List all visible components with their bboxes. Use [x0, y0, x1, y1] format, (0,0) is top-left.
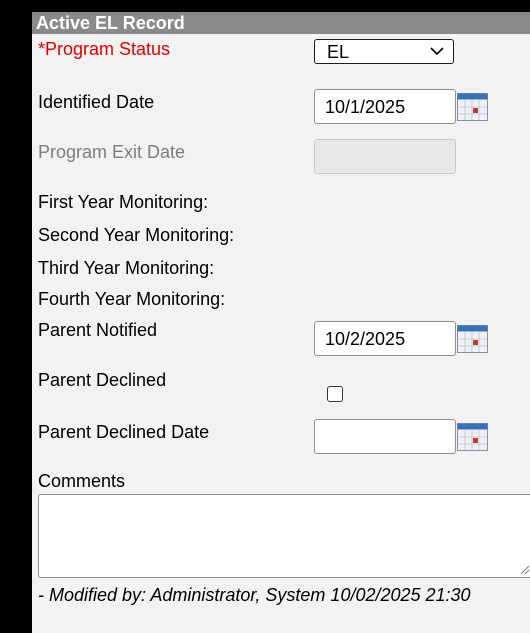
- fourth-year-monitoring-label: Fourth Year Monitoring:: [38, 289, 226, 309]
- comments-textarea[interactable]: [38, 494, 530, 578]
- calendar-icon[interactable]: [457, 325, 488, 353]
- program-exit-date-label: Program Exit Date: [38, 142, 186, 162]
- program-exit-date-input: [314, 139, 456, 174]
- third-year-monitoring-label: Third Year Monitoring:: [38, 258, 215, 278]
- parent-declined-label: Parent Declined: [38, 370, 167, 390]
- parent-declined-checkbox[interactable]: [327, 386, 343, 402]
- first-year-monitoring-label: First Year Monitoring:: [38, 192, 209, 212]
- comments-label: Comments: [38, 471, 126, 491]
- program-status-label: *Program Status: [38, 39, 171, 59]
- program-status-select[interactable]: EL: [314, 39, 454, 64]
- parent-notified-input[interactable]: 10/2/2025: [314, 321, 456, 356]
- parent-notified-label: Parent Notified: [38, 320, 158, 340]
- modified-by-text: - Modified by: Administrator, System 10/…: [38, 585, 471, 605]
- parent-notified-value: 10/2/2025: [325, 329, 406, 349]
- calendar-icon[interactable]: [457, 423, 488, 451]
- parent-declined-date-input[interactable]: [314, 419, 456, 454]
- el-record-panel: Active EL Record *Program Status EL Iden…: [32, 12, 530, 633]
- identified-date-value: 10/1/2025: [325, 97, 406, 117]
- section-header: Active EL Record: [32, 12, 530, 34]
- second-year-monitoring-label: Second Year Monitoring:: [38, 225, 235, 245]
- identified-date-input[interactable]: 10/1/2025: [314, 89, 456, 124]
- resize-handle-icon[interactable]: [520, 565, 530, 575]
- chevron-down-icon: [430, 47, 444, 56]
- program-status-value: EL: [327, 42, 350, 62]
- identified-date-label: Identified Date: [38, 92, 155, 112]
- calendar-icon[interactable]: [457, 93, 488, 121]
- parent-declined-date-label: Parent Declined Date: [38, 422, 210, 442]
